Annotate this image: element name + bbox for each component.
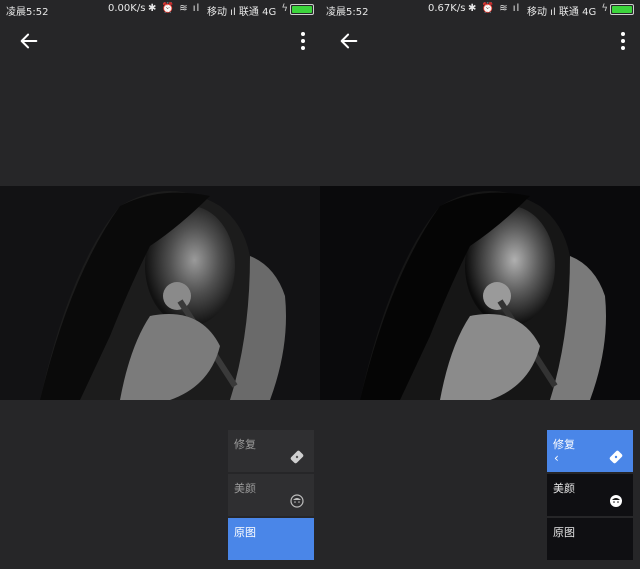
charging-icon: ϟ [601, 3, 608, 14]
carrier-info: 移动 ıl 联通 4G [207, 7, 277, 18]
menu-item-repair[interactable]: 修复 ‹ [547, 430, 633, 472]
status-bar: 凌晨5:52 0.67K/s ✱ ⏰ ≋ ıl 移动 ıl 联通 4G ϟ [320, 0, 640, 18]
menu-item-original[interactable]: 原图 [547, 518, 633, 560]
carrier-2: 联通 [558, 7, 579, 18]
status-bar: 凌晨5:52 0.00K/s ✱ ⏰ ≋ ıl 移动 ıl 联通 4G ϟ [0, 0, 320, 18]
network-type: 4G [582, 7, 597, 18]
carrier-1: 移动 [527, 7, 547, 18]
network-speed: 0.67K/s [428, 3, 466, 14]
menu-item-label: 美颜 [553, 482, 575, 495]
right-screen: 凌晨5:52 0.67K/s ✱ ⏰ ≋ ıl 移动 ıl 联通 4G ϟ 修复… [320, 0, 640, 569]
menu-item-label: 美颜 [234, 482, 256, 495]
back-arrow-icon[interactable] [18, 30, 40, 52]
menu-item-label: 原图 [553, 526, 575, 539]
menu-item-beauty[interactable]: 美颜 [228, 474, 314, 516]
carrier-info: 移动 ıl 联通 4G [527, 7, 597, 18]
photo-image [320, 186, 640, 400]
bandage-icon [290, 450, 304, 464]
battery-icon [290, 4, 314, 15]
menu-item-beauty[interactable]: 美颜 [547, 474, 633, 516]
top-bar [320, 26, 640, 60]
face-icon [290, 494, 304, 508]
menu-item-label: 修复 [234, 438, 256, 451]
edit-menu: 修复 ‹ 美颜 原图 [547, 430, 633, 562]
chevron-left-icon[interactable]: ‹ [554, 451, 559, 465]
carrier-2: 联通 [238, 7, 259, 18]
status-icons: ✱ ⏰ ≋ ıl [468, 3, 521, 14]
menu-item-original[interactable]: 原图 [228, 518, 314, 560]
network-speed: 0.00K/s [108, 3, 146, 14]
back-arrow-icon[interactable] [338, 30, 360, 52]
more-options-icon[interactable] [620, 32, 626, 50]
more-options-icon[interactable] [300, 32, 306, 50]
edit-menu: 修复 美颜 原图 [228, 430, 314, 562]
carrier-1: 移动 [207, 7, 227, 18]
left-screen: 凌晨5:52 0.00K/s ✱ ⏰ ≋ ıl 移动 ıl 联通 4G ϟ 修复… [0, 0, 320, 569]
status-time: 凌晨5:52 [326, 7, 369, 18]
bandage-icon [609, 450, 623, 464]
charging-icon: ϟ [281, 3, 288, 14]
photo-preview [320, 186, 640, 400]
menu-item-label: 原图 [234, 526, 256, 539]
network-type: 4G [262, 7, 277, 18]
photo-preview [0, 186, 320, 400]
status-time: 凌晨5:52 [6, 7, 49, 18]
photo-image [0, 186, 320, 400]
menu-item-label: 修复 [553, 438, 575, 451]
top-bar [0, 26, 320, 60]
menu-item-repair[interactable]: 修复 [228, 430, 314, 472]
battery-icon [610, 4, 634, 15]
face-icon [610, 495, 622, 507]
status-icons: ✱ ⏰ ≋ ıl [148, 3, 201, 14]
